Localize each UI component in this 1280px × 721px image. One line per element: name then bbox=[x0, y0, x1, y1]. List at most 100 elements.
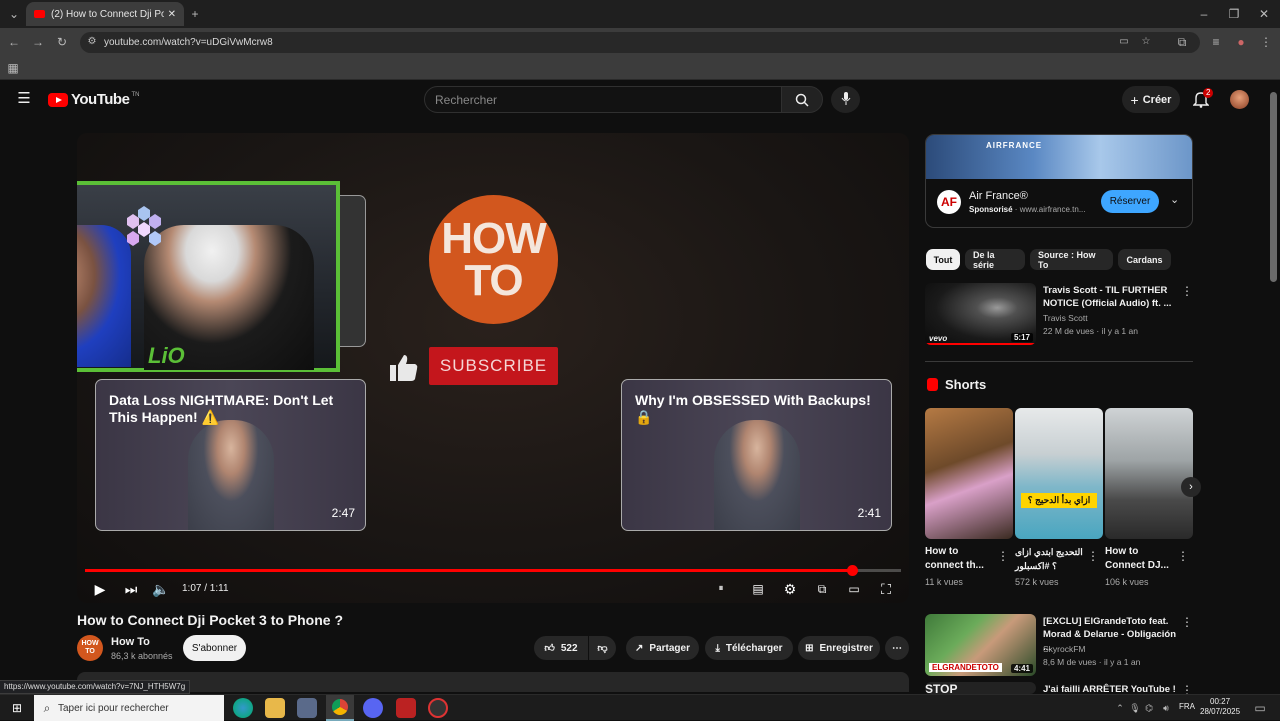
chip-series[interactable]: De la série bbox=[965, 249, 1025, 270]
extensions-icon[interactable]: ⧉ bbox=[1174, 35, 1190, 49]
taskbar-search-input[interactable]: ⌕ Taper ici pour rechercher bbox=[34, 695, 224, 721]
more-vertical-icon[interactable]: ⋮ bbox=[1087, 549, 1099, 563]
shorts-next-button[interactable]: › bbox=[1181, 477, 1201, 497]
download-button[interactable]: ⤓ Télécharger bbox=[705, 636, 793, 660]
next-video-icon[interactable]: ⏭ bbox=[121, 581, 141, 597]
more-horizontal-icon: ⋯ bbox=[892, 642, 902, 654]
chrome-taskbar-button[interactable] bbox=[326, 695, 354, 721]
profile-icon[interactable]: ● bbox=[1233, 35, 1249, 49]
autoplay-toggle-icon[interactable]: ⏸ bbox=[711, 581, 731, 597]
create-button[interactable]: + Créer bbox=[1122, 86, 1180, 113]
youtube-logo[interactable]: YouTube TN bbox=[48, 91, 139, 108]
chevron-down-icon[interactable]: ⌄ bbox=[1170, 193, 1179, 206]
minimize-icon[interactable]: – bbox=[1196, 7, 1212, 21]
voice-search-button[interactable] bbox=[831, 86, 860, 113]
subscribe-button[interactable]: S'abonner bbox=[183, 635, 246, 661]
back-icon[interactable]: ← bbox=[6, 35, 22, 49]
language-indicator[interactable]: FRA bbox=[1179, 702, 1195, 711]
tray-expand-icon[interactable]: ⌃ bbox=[1112, 701, 1128, 715]
short-thumbnail[interactable] bbox=[925, 408, 1013, 539]
short-title[interactable]: How to connect th... bbox=[925, 545, 999, 573]
endcard-thumbnail bbox=[188, 420, 274, 530]
apps-grid-icon[interactable]: ▦ bbox=[5, 61, 21, 75]
media-control-icon[interactable]: ≡ bbox=[1208, 35, 1224, 49]
related-video[interactable]: STOP J'ai failli ARRÊTER YouTube ! ⋮ bbox=[925, 682, 1193, 694]
page-scrollbar[interactable] bbox=[1270, 92, 1277, 282]
more-vertical-icon[interactable]: ⋮ bbox=[1181, 683, 1193, 694]
bookmark-star-icon[interactable]: ☆ bbox=[1138, 35, 1154, 49]
new-tab-icon[interactable]: + bbox=[187, 7, 203, 21]
discord-icon[interactable] bbox=[363, 698, 383, 718]
play-icon[interactable]: ▶ bbox=[90, 581, 110, 597]
dislike-icon: 👎︎ bbox=[597, 643, 608, 654]
close-window-icon[interactable]: ✕ bbox=[1256, 7, 1272, 21]
short-title[interactable]: How to Connect DJ... bbox=[1105, 545, 1179, 573]
more-actions-button[interactable]: ⋯ bbox=[885, 636, 909, 660]
taskbar-clock[interactable]: 00:27 28/07/2025 bbox=[1200, 697, 1240, 717]
subscribe-overlay-button[interactable]: SUBSCRIBE bbox=[429, 347, 558, 385]
short-thumbnail[interactable]: ازاي بدأ الدحيج ؟ bbox=[1015, 408, 1103, 539]
hamburger-menu-icon[interactable]: ☰ bbox=[16, 91, 32, 106]
sponsored-ad-card[interactable]: AIRFRANCE AF Air France® Sponsorisé · ww… bbox=[925, 134, 1193, 228]
windows-taskbar: ⊞ ⌕ Taper ici pour rechercher ⌃ 🎙︎ ⌬ 🔊︎ … bbox=[0, 694, 1280, 721]
channel-logo-overlay[interactable]: HOW TO bbox=[429, 195, 558, 324]
reload-icon[interactable]: ↻ bbox=[54, 35, 70, 49]
windows-start-icon[interactable]: ⊞ bbox=[9, 701, 25, 715]
related-video[interactable]: ELGRANDETOTO 4:41 [EXCLU] ElGrandeToto f… bbox=[925, 614, 1193, 676]
short-title[interactable]: التحديج ابتدي ازاى ؟ #اكسبلور bbox=[1015, 545, 1089, 573]
description-box[interactable] bbox=[77, 672, 909, 692]
file-explorer-icon[interactable] bbox=[265, 698, 285, 718]
speaker-icon[interactable]: 🔊︎ bbox=[1158, 701, 1174, 715]
chip-source[interactable]: Source : How To bbox=[1030, 249, 1113, 270]
browser-menu-icon[interactable]: ⋮ bbox=[1258, 35, 1274, 49]
install-app-icon[interactable]: ▭ bbox=[1116, 35, 1132, 49]
dislike-button[interactable]: 👎︎ bbox=[589, 636, 616, 660]
endcard-video-right[interactable]: Why I'm OBSESSED With Backups! 🔒 2:41 bbox=[621, 379, 892, 531]
progress-bar[interactable] bbox=[85, 565, 901, 576]
miniplayer-icon[interactable]: ⧉ bbox=[812, 581, 832, 597]
save-playlist-icon: ⊞ bbox=[805, 642, 814, 654]
site-info-icon[interactable]: ⚙ bbox=[84, 35, 100, 49]
store-icon[interactable] bbox=[297, 698, 317, 718]
app-icon[interactable] bbox=[396, 698, 416, 718]
search-input[interactable]: Rechercher bbox=[424, 86, 782, 113]
search-button[interactable] bbox=[781, 86, 823, 113]
obs-recorder-icon[interactable] bbox=[428, 698, 448, 718]
notification-center-icon[interactable]: ▭ bbox=[1252, 701, 1268, 715]
url-field[interactable]: ⚙ youtube.com/watch?v=uDGiVwMcrw8 ▭ ☆ bbox=[80, 32, 1200, 53]
subtitles-icon[interactable]: ▤ bbox=[748, 581, 768, 597]
short-thumbnail[interactable] bbox=[1105, 408, 1193, 539]
microphone-icon bbox=[841, 92, 851, 105]
related-video[interactable]: vevo 5:17 Travis Scott - TIL FURTHER NOT… bbox=[925, 283, 1193, 345]
tab-search-icon[interactable]: ⌄ bbox=[6, 7, 22, 21]
tab-close-icon[interactable]: ✕ bbox=[168, 9, 176, 20]
time-display: 1:07 / 1:11 bbox=[182, 583, 229, 594]
browser-tab[interactable]: (2) How to Connect Dji Pocket 3 ✕ bbox=[26, 2, 184, 26]
more-vertical-icon[interactable]: ⋮ bbox=[997, 549, 1009, 563]
endcard-video-left[interactable]: Data Loss NIGHTMARE: Don't Let This Happ… bbox=[95, 379, 366, 531]
channel-name[interactable]: How To bbox=[111, 636, 150, 648]
more-vertical-icon[interactable]: ⋮ bbox=[1181, 284, 1193, 298]
ad-book-button[interactable]: Réserver bbox=[1101, 190, 1159, 213]
user-avatar[interactable] bbox=[1230, 90, 1249, 109]
settings-gear-icon[interactable]: ⚙ bbox=[780, 581, 800, 597]
chip-gimbals[interactable]: Cardans bbox=[1118, 249, 1171, 270]
forward-icon[interactable]: → bbox=[30, 35, 46, 49]
share-button[interactable]: ↗ Partager bbox=[626, 636, 699, 660]
chip-all[interactable]: Tout bbox=[926, 249, 960, 270]
video-player[interactable]: HOW TO SUBSCRIBE Data Loss NIGHTMARE: Do… bbox=[77, 133, 909, 603]
plus-icon: + bbox=[1130, 91, 1139, 108]
like-button[interactable]: 👍︎ 522 bbox=[534, 636, 588, 660]
volume-icon[interactable]: 🔈 bbox=[151, 581, 171, 597]
network-icon[interactable]: ⌬ bbox=[1141, 701, 1157, 715]
webcam-overlay-text: LiO bbox=[148, 343, 185, 368]
more-vertical-icon[interactable]: ⋮ bbox=[1177, 549, 1189, 563]
channel-avatar[interactable]: HOW TO bbox=[77, 635, 103, 661]
watched-progress bbox=[925, 343, 1036, 345]
more-vertical-icon[interactable]: ⋮ bbox=[1181, 615, 1193, 629]
edge-browser-icon[interactable] bbox=[233, 698, 253, 718]
save-button[interactable]: ⊞ Enregistrer bbox=[798, 636, 880, 660]
theater-mode-icon[interactable]: ▭ bbox=[844, 581, 864, 597]
fullscreen-icon[interactable]: ⛶ bbox=[876, 581, 896, 597]
restore-icon[interactable]: ❐ bbox=[1226, 7, 1242, 21]
